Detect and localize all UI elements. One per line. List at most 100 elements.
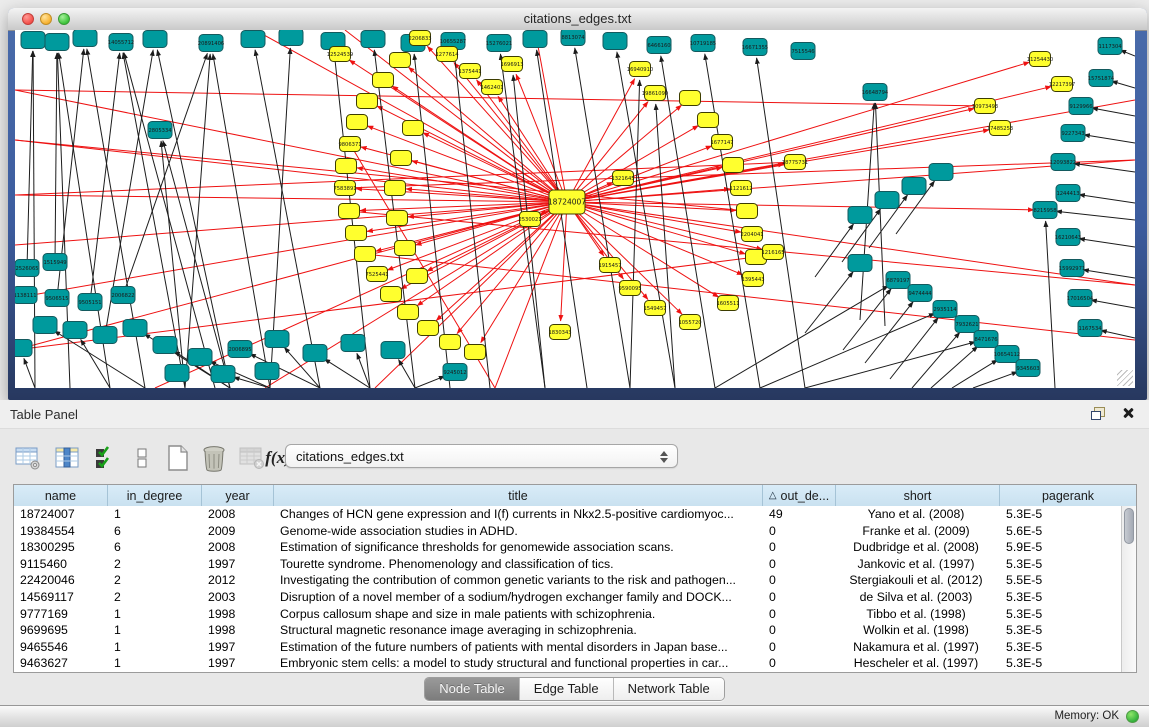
graph-node[interactable]: 12093822	[1050, 154, 1076, 171]
graph-node[interactable]	[407, 269, 428, 284]
graph-node[interactable]: 7525441	[365, 267, 388, 282]
graph-node[interactable]	[279, 30, 303, 46]
graph-node[interactable]: 9474444	[908, 285, 932, 302]
cell-in-degree[interactable]: 1	[108, 506, 202, 523]
graph-node[interactable]	[373, 73, 394, 88]
graph-node[interactable]	[698, 113, 719, 128]
tab-edge-table[interactable]: Edge Table	[520, 678, 614, 700]
cell-title[interactable]: Changes of HCN gene expression and I(f) …	[274, 506, 763, 523]
cell-pagerank[interactable]: 5.3E-5	[1000, 506, 1121, 523]
cell-pagerank[interactable]: 5.3E-5	[1000, 639, 1121, 656]
graph-node[interactable]	[381, 342, 405, 359]
cell-name[interactable]: 14569117	[14, 589, 108, 606]
cell-short[interactable]: Hescheler et al. (1997)	[836, 655, 1000, 672]
graph-node[interactable]	[165, 365, 189, 382]
graph-node[interactable]	[303, 345, 327, 362]
graph-node[interactable]: 1055720	[678, 315, 701, 330]
graph-node[interactable]: 2935114	[933, 301, 957, 318]
float-panel-icon[interactable]	[1091, 407, 1105, 420]
graph-node[interactable]	[346, 226, 367, 241]
graph-node[interactable]	[211, 366, 235, 383]
cell-short[interactable]: Nakamura et al. (1997)	[836, 639, 1000, 656]
graph-node[interactable]	[403, 121, 424, 136]
graph-node[interactable]: 1375441	[458, 64, 481, 79]
graph-node[interactable]	[357, 94, 378, 109]
graph-node[interactable]: 1138111	[15, 287, 37, 304]
select-rows-button[interactable]	[90, 442, 122, 474]
table-row[interactable]: 1830029562008Estimation of significance …	[14, 539, 1121, 556]
graph-node[interactable]	[143, 31, 167, 48]
graph-node[interactable]: 1915457	[598, 258, 621, 273]
cell-short[interactable]: Stergiakouli et al. (2012)	[836, 572, 1000, 589]
graph-node[interactable]	[241, 31, 265, 48]
graph-node[interactable]	[33, 317, 57, 334]
graph-node[interactable]	[45, 34, 69, 51]
graph-node[interactable]: 2204041	[740, 227, 763, 242]
cell-out-degree[interactable]: 0	[763, 556, 836, 573]
cell-out-degree[interactable]: 0	[763, 622, 836, 639]
graph-node[interactable]: 15992971	[1059, 260, 1085, 277]
graph-node[interactable]: 1167534	[1078, 320, 1102, 337]
graph-node[interactable]	[341, 335, 365, 352]
column-header-out-degree[interactable]: △out_de...	[763, 485, 836, 506]
graph-node[interactable]: 9806371	[338, 137, 361, 152]
graph-node[interactable]	[15, 340, 32, 357]
cell-in-degree[interactable]: 2	[108, 556, 202, 573]
cell-name[interactable]: 9699695	[14, 622, 108, 639]
cell-name[interactable]: 9777169	[14, 606, 108, 623]
scrollbar-thumb[interactable]	[1124, 508, 1134, 544]
table-row[interactable]: 1456911722003Disruption of a novel membe…	[14, 589, 1121, 606]
graph-node[interactable]	[603, 33, 627, 50]
cell-name[interactable]: 9115460	[14, 556, 108, 573]
cell-title[interactable]: Embryonic stem cells: a model to study s…	[274, 655, 763, 672]
canvas-resize-grip[interactable]	[1117, 370, 1133, 386]
graph-node[interactable]: 2530021	[518, 212, 541, 227]
cell-out-degree[interactable]: 49	[763, 506, 836, 523]
cell-pagerank[interactable]: 5.6E-5	[1000, 523, 1121, 540]
cell-out-degree[interactable]: 0	[763, 539, 836, 556]
cell-short[interactable]: Tibbo et al. (1998)	[836, 606, 1000, 623]
graph-node[interactable]	[418, 321, 439, 336]
graph-node[interactable]	[523, 31, 547, 48]
cell-name[interactable]: 19384554	[14, 523, 108, 540]
cell-in-degree[interactable]: 6	[108, 523, 202, 540]
cell-year[interactable]: 1997	[202, 655, 274, 672]
graph-node[interactable]: 1244413	[1056, 185, 1080, 202]
cell-year[interactable]: 2008	[202, 539, 274, 556]
graph-node[interactable]: 7583891	[333, 181, 356, 196]
graph-node[interactable]	[387, 211, 408, 226]
graph-node[interactable]: 14055712	[108, 34, 134, 51]
table-settings-button[interactable]	[12, 442, 44, 474]
network-canvas[interactable]: 1405571220891406106552871527602188130746…	[15, 30, 1135, 388]
graph-node[interactable]	[929, 164, 953, 181]
graph-node[interactable]	[398, 305, 419, 320]
graph-node[interactable]: 1277614	[435, 47, 459, 62]
cell-out-degree[interactable]: 0	[763, 606, 836, 623]
cell-pagerank[interactable]: 5.3E-5	[1000, 556, 1121, 573]
graph-hub-node[interactable]: 18724007	[548, 190, 586, 214]
table-row[interactable]: 969969511998Structural magnetic resonanc…	[14, 622, 1121, 639]
graph-node[interactable]	[385, 181, 406, 196]
graph-node[interactable]	[395, 241, 416, 256]
graph-node[interactable]: 1549457	[643, 301, 666, 316]
graph-node[interactable]: 10973493	[972, 99, 998, 114]
cell-pagerank[interactable]: 5.3E-5	[1000, 622, 1121, 639]
cell-title[interactable]: Estimation of significance thresholds fo…	[274, 539, 763, 556]
cell-year[interactable]: 2008	[202, 506, 274, 523]
graph-node[interactable]	[265, 331, 289, 348]
graph-node[interactable]: 2006822	[111, 287, 135, 304]
cell-in-degree[interactable]: 1	[108, 655, 202, 672]
graph-node[interactable]	[347, 115, 368, 130]
table-row[interactable]: 1872400712008Changes of HCN gene express…	[14, 506, 1121, 523]
graph-node[interactable]	[390, 53, 411, 68]
graph-node[interactable]	[680, 91, 701, 106]
delete-rows-button[interactable]	[198, 442, 230, 474]
cell-title[interactable]: Tourette syndrome. Phenomenology and cla…	[274, 556, 763, 573]
cell-out-degree[interactable]: 0	[763, 655, 836, 672]
graph-node[interactable]	[93, 327, 117, 344]
cell-year[interactable]: 2012	[202, 572, 274, 589]
cell-short[interactable]: Wolkin et al. (1998)	[836, 622, 1000, 639]
graph-node[interactable]: 1117304	[1098, 38, 1122, 55]
graph-node[interactable]: 16940910	[627, 62, 653, 77]
table-row[interactable]: 1938455462009Genome-wide association stu…	[14, 523, 1121, 540]
